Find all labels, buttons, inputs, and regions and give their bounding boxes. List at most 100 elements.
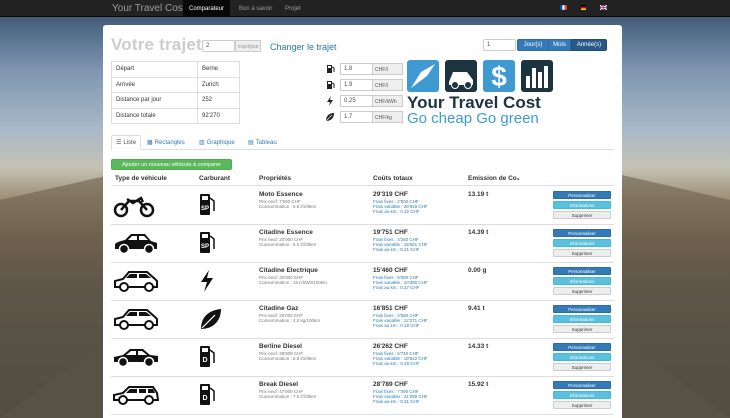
table-icon: ▤ [248,140,254,146]
add-vehicle-button[interactable]: Ajouter un nouveau véhicule à comparer [111,159,232,170]
vehicle-hatch-icon [113,307,159,333]
info-button[interactable]: Informations [553,277,611,285]
list-icon: ☰ [116,140,122,146]
customize-button[interactable]: Personnaliser [553,381,611,389]
vehicle-hatch-icon [113,269,159,295]
navbar: Your Travel Cost Comparateur Bon à savoi… [0,0,730,17]
vehicle-total-cost: 29'319 CHF [373,191,408,198]
vehicle-cost-per-km: Frais au km : 0.21 CHF [373,247,420,252]
vehicle-total-cost: 28'789 CHF [373,381,408,388]
gasoline-price-input[interactable]: 1.8 [340,63,372,75]
nav-bon-a-savoir[interactable]: Bon à savoir [239,0,272,17]
period-input[interactable]: 1 [483,39,516,51]
info-button[interactable]: Informations [553,315,611,323]
delete-button[interactable]: Supprimer [553,363,611,371]
flag-de-icon[interactable] [580,5,587,10]
fuel-elec-icon [199,269,215,295]
daily-distance-label: Distance par jour [111,92,198,109]
customize-button[interactable]: Personnaliser [553,191,611,199]
vehicle-row: SP Citadine Essence Prix neuf: 20'000 CH… [111,225,614,263]
total-distance-value: 92'270 [197,107,240,125]
persons-input[interactable]: 2 [202,40,235,52]
tab-liste-label: Liste [123,139,137,146]
gasoline-price-unit: CHF/l [372,63,403,75]
page-title: Votre trajet [111,35,202,54]
info-button[interactable]: Informations [553,353,611,361]
grid-icon: ▦ [147,140,153,146]
column-type: Type de véhicule [115,175,167,182]
vehicle-cost-per-km: Frais au km : 0.32 CHF [373,209,420,214]
vehicle-consumption: Consommation : 4.0 kg/100km [259,318,321,323]
leaf-icon [325,112,335,122]
vehicle-cost-per-km: Frais au km : 0.28 CHF [373,361,420,366]
svg-text:D: D [202,395,207,402]
row-divider [111,414,614,415]
period-years-button[interactable]: Année(s) [571,39,607,51]
navbar-brand[interactable]: Your Travel Cost [112,3,186,14]
period-months-button[interactable]: Mois [548,39,571,51]
customize-button[interactable]: Personnaliser [553,305,611,313]
vehicle-cost-per-km: Frais au km : 0.31 CHF [373,399,420,404]
nav-projet[interactable]: Projet [285,0,301,17]
vehicle-name: Berline Diesel [259,343,302,350]
change-trip-link[interactable]: Changer le trajet [270,42,337,52]
customize-button[interactable]: Personnaliser [553,267,611,275]
info-button[interactable]: Informations [553,239,611,247]
info-button[interactable]: Informations [553,391,611,399]
vehicle-consumption: Consommation : 5.5 l/100km [259,204,317,209]
fuel-sp-icon: SP [199,193,215,219]
svg-text:D: D [202,357,207,364]
price-gasoline: 1.8 CHF/l [325,63,403,75]
tab-rectangles[interactable]: ▦ Rectangles [147,135,185,150]
vehicle-row: Citadine Gaz Prix neuf: 25'000 CHF Conso… [111,301,614,339]
delete-button[interactable]: Supprimer [553,325,611,333]
period-days-button[interactable]: Jour(s) [517,39,549,51]
vehicle-name: Moto Essence [259,191,303,198]
column-fuel: Carburant [199,175,231,182]
delete-button[interactable]: Supprimer [553,249,611,257]
vehicle-consumption: Consommation : 7.5 l/100km [259,394,317,399]
vehicle-cost-per-km: Frais au km : 0.17 CHF [373,285,420,290]
vehicle-total-cost: 19'751 CHF [373,229,408,236]
main-panel: Votre trajet 2 trajet/jour Changer le tr… [103,25,622,418]
gas-price-input[interactable]: 1.7 [340,111,372,123]
tab-graphique-label: Graphique [206,139,235,146]
vehicle-emission: 15.92 t [468,381,489,388]
vehicle-row: D Berline Diesel Prix neuf: 38'000 CHF C… [111,339,614,377]
electric-price-input[interactable]: 0.25 [340,95,372,107]
column-emission: Emission de Co₂ [468,175,520,182]
customize-button[interactable]: Personnaliser [553,229,611,237]
diesel-price-unit: CHF/l [372,79,403,91]
vehicle-emission: 9.41 t [468,305,485,312]
vehicle-row: SP Moto Essence Prix neuf: 7'500 CHF Con… [111,187,614,225]
delete-button[interactable]: Supprimer [553,211,611,219]
info-button[interactable]: Informations [553,201,611,209]
arrival-label: Arrivée [111,76,198,94]
column-costs: Coûts totaux [373,175,413,182]
diesel-price-input[interactable]: 1.9 [340,79,372,91]
fuel-gaz-icon [199,307,223,333]
customize-button[interactable]: Personnaliser [553,343,611,351]
vehicle-row: Citadine Electrique Prix neuf: 30'000 CH… [111,263,614,301]
tab-graphique[interactable]: ▥ Graphique [199,135,235,150]
vehicle-name: Break Diesel [259,381,299,388]
tab-liste[interactable]: ☰ Liste [111,135,142,150]
fuel-sp-icon: SP [199,231,215,257]
tab-tableau[interactable]: ▤ Tableau [248,135,277,150]
vehicle-total-cost: 16'851 CHF [373,305,408,312]
svg-text:SP: SP [201,244,209,250]
delete-button[interactable]: Supprimer [553,401,611,409]
fuel-d-icon: D [199,383,215,409]
vehicle-total-cost: 26'262 CHF [373,343,408,350]
persons-unit: trajet/jour [235,40,261,52]
vehicle-name: Citadine Electrique [259,267,318,274]
header-divider [111,185,614,186]
flag-fr-icon[interactable] [560,5,567,10]
trip-info-table: Départ Berne Arrivée Zurich Distance par j… [111,61,240,125]
delete-button[interactable]: Supprimer [553,287,611,295]
arrival-value: Zurich [197,76,240,94]
flag-en-icon[interactable] [600,5,607,10]
gas-price-unit: CHF/kg [372,111,403,123]
column-props: Propriétés [259,175,292,182]
nav-comparateur[interactable]: Comparateur [183,0,231,17]
